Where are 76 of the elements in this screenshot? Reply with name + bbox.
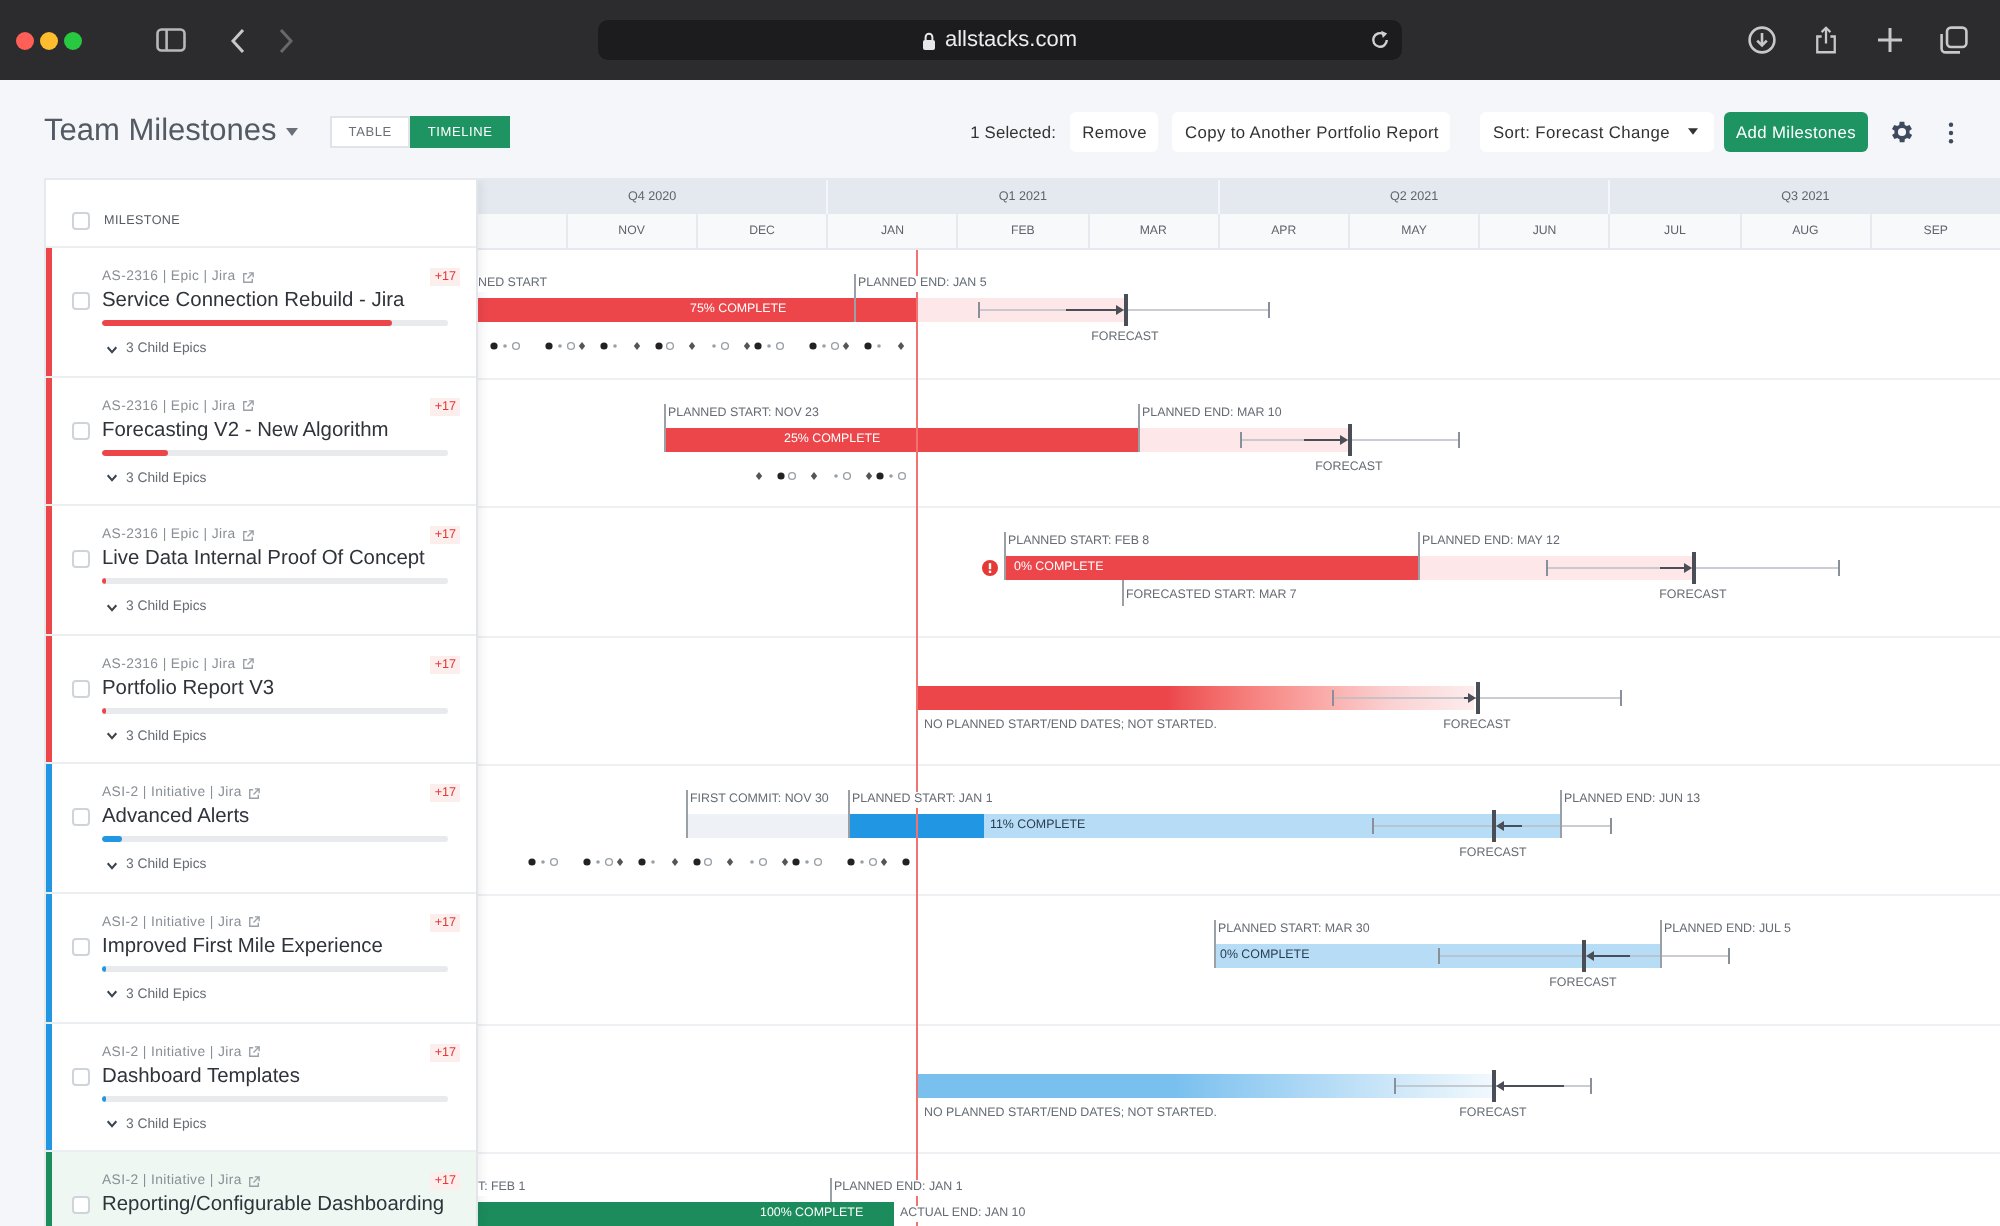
sort-label: Sort: Forecast Change xyxy=(1492,122,1670,142)
reload-icon[interactable] xyxy=(1370,30,1390,50)
page-title[interactable]: Team Milestones xyxy=(44,114,277,150)
share-icon[interactable] xyxy=(1812,26,1840,54)
row-checkbox[interactable] xyxy=(72,679,90,698)
external-link-icon[interactable] xyxy=(241,658,254,671)
milestone-title[interactable]: Portfolio Report V3 xyxy=(102,677,464,702)
new-tab-icon[interactable] xyxy=(1876,26,1904,54)
chevron-down-icon[interactable] xyxy=(106,732,118,741)
action-button[interactable]: Copy to Another Portfolio Report xyxy=(1172,112,1451,152)
settings-icon[interactable] xyxy=(1888,118,1916,146)
chevron-down-icon[interactable] xyxy=(106,345,118,353)
back-icon[interactable] xyxy=(230,27,246,53)
chevron-down-icon[interactable] xyxy=(106,603,118,612)
timeline-bar[interactable] xyxy=(478,1202,894,1226)
forecast-range-bar[interactable] xyxy=(1138,427,1350,452)
chevron-down-icon[interactable] xyxy=(106,1120,118,1129)
remaining-bar[interactable] xyxy=(984,814,1560,839)
timeline-bar[interactable] xyxy=(848,814,984,839)
external-link-icon[interactable] xyxy=(241,271,254,283)
pre-start-bar[interactable] xyxy=(688,814,848,839)
chevron-down-icon[interactable] xyxy=(106,861,118,870)
row-checkbox[interactable] xyxy=(72,421,90,440)
alert-icon[interactable] xyxy=(982,560,998,577)
url-text: allstacks.com xyxy=(944,28,1078,52)
row-checkbox[interactable] xyxy=(72,1196,90,1215)
milestone-title[interactable]: Advanced Alerts xyxy=(102,806,464,831)
minimize-window-icon[interactable] xyxy=(40,31,58,49)
address-bar[interactable]: allstacks.com xyxy=(598,20,1402,60)
row-checkbox[interactable] xyxy=(72,292,90,310)
unscheduled-bar[interactable] xyxy=(916,1073,1494,1098)
sort-dropdown[interactable]: Sort: Forecast Change xyxy=(1480,112,1714,152)
forecast-arrow xyxy=(1304,423,1352,456)
forecast-arrow xyxy=(1660,552,1696,585)
timeline-bar[interactable] xyxy=(664,427,1138,452)
lock-icon xyxy=(922,31,937,49)
tab-overview-icon[interactable] xyxy=(1940,26,1968,54)
select-all-checkbox[interactable] xyxy=(72,212,90,230)
row-checkbox[interactable] xyxy=(72,550,90,569)
more-options-icon[interactable] xyxy=(1948,121,1954,143)
sidebar-icon[interactable] xyxy=(156,28,186,52)
action-button[interactable]: Remove xyxy=(1070,112,1159,152)
milestone-title[interactable]: Service Connection Rebuild - Jira xyxy=(102,290,464,314)
milestone-title[interactable]: Reporting/Configurable Dashboarding xyxy=(102,1194,464,1219)
milestone-title[interactable]: Improved First Mile Experience xyxy=(102,935,464,960)
download-icon[interactable] xyxy=(1748,26,1776,54)
external-link-icon[interactable] xyxy=(241,400,254,413)
external-link-icon[interactable] xyxy=(247,1175,260,1188)
chevron-down-icon[interactable] xyxy=(106,990,118,999)
external-link-icon[interactable] xyxy=(247,1046,260,1059)
remaining-bar[interactable] xyxy=(1214,943,1660,968)
forecast-arrow xyxy=(1492,810,1522,843)
forecast-arrow xyxy=(1464,681,1480,714)
caret-icon xyxy=(1687,128,1698,136)
forecast-range-bar[interactable] xyxy=(916,298,1126,322)
milestone-title[interactable]: Dashboard Templates xyxy=(102,1065,464,1090)
zoom-window-icon[interactable] xyxy=(64,31,82,49)
row-checkbox[interactable] xyxy=(72,937,90,956)
selection-count: 1 Selected: xyxy=(970,122,1057,142)
forecast-arrow xyxy=(1492,1069,1564,1102)
forward-icon[interactable] xyxy=(278,27,294,53)
close-window-icon[interactable] xyxy=(16,31,34,49)
external-link-icon[interactable] xyxy=(247,787,260,800)
external-link-icon[interactable] xyxy=(241,529,254,542)
milestone-title[interactable]: Forecasting V2 - New Algorithm xyxy=(102,419,464,444)
forecast-arrow xyxy=(1066,294,1128,326)
caret-icon[interactable] xyxy=(286,128,299,136)
external-link-icon[interactable] xyxy=(247,916,260,929)
add-milestones-button[interactable]: Add Milestones xyxy=(1723,112,1868,152)
forecast-arrow xyxy=(1582,939,1630,972)
unscheduled-bar[interactable] xyxy=(916,685,1474,710)
chevron-down-icon[interactable] xyxy=(106,474,118,483)
row-checkbox[interactable] xyxy=(72,1067,90,1086)
row-checkbox[interactable] xyxy=(72,808,90,827)
timeline-bar[interactable] xyxy=(1004,556,1418,581)
milestone-title[interactable]: Live Data Internal Proof Of Concept xyxy=(102,548,464,573)
